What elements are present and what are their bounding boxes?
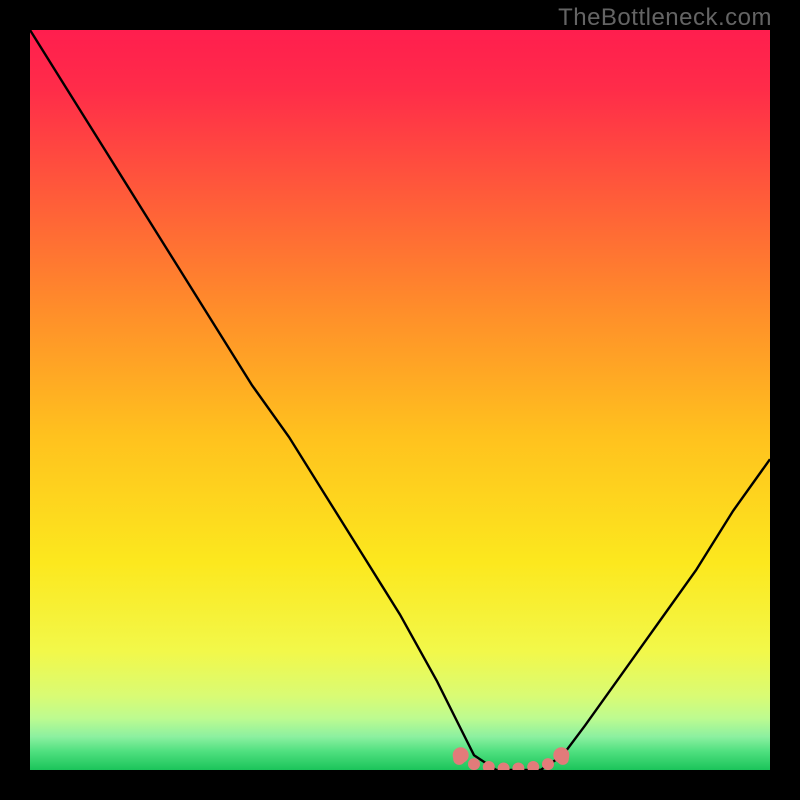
plot-area bbox=[30, 30, 770, 770]
flat-marker-endcap bbox=[553, 747, 569, 763]
gradient-background bbox=[30, 30, 770, 770]
flat-marker-dot bbox=[468, 758, 480, 770]
chart-frame: TheBottleneck.com bbox=[0, 0, 800, 800]
flat-marker-dot bbox=[542, 758, 554, 770]
flat-marker-endcap bbox=[453, 747, 469, 763]
watermark-text: TheBottleneck.com bbox=[558, 4, 772, 32]
bottleneck-chart bbox=[30, 30, 770, 770]
